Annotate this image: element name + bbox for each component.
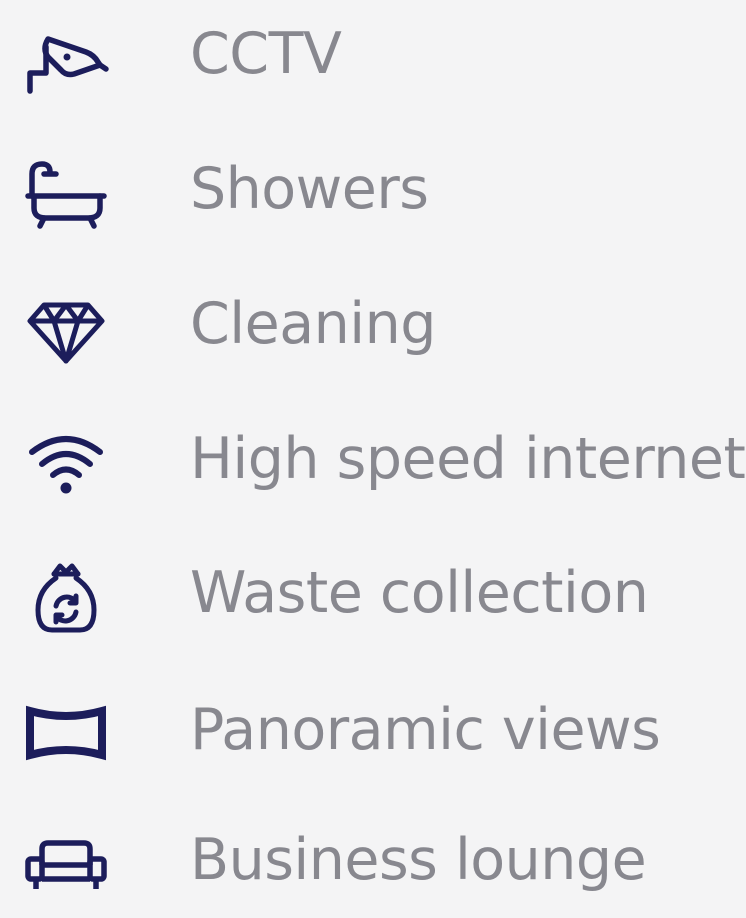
amenity-label: Cleaning: [190, 291, 436, 358]
amenity-item-showers: Showers: [0, 137, 746, 247]
amenity-list: CCTV Showers Cleaning High speed interne…: [0, 0, 746, 902]
amenity-item-high-speed-internet: High speed internet: [0, 407, 746, 517]
amenity-item-cleaning: Cleaning: [0, 272, 746, 382]
amenity-label: Business lounge: [190, 827, 647, 894]
amenity-label: Showers: [190, 156, 429, 223]
bathtub-shower-icon: [18, 152, 114, 232]
amenity-item-cctv: CCTV: [0, 2, 746, 112]
amenity-item-panoramic-views: Panoramic views: [0, 678, 746, 788]
panorama-icon: [18, 693, 114, 773]
amenity-label: High speed internet: [190, 426, 746, 493]
sofa-icon: [18, 823, 114, 903]
amenity-label: Waste collection: [190, 560, 649, 627]
amenity-item-waste-collection: Waste collection: [0, 541, 746, 651]
recycling-bag-icon: [18, 556, 114, 636]
amenity-label: Panoramic views: [190, 697, 661, 764]
diamond-icon: [18, 287, 114, 367]
amenity-label: CCTV: [190, 21, 342, 88]
cctv-camera-icon: [18, 17, 114, 97]
wifi-icon: [18, 422, 114, 502]
